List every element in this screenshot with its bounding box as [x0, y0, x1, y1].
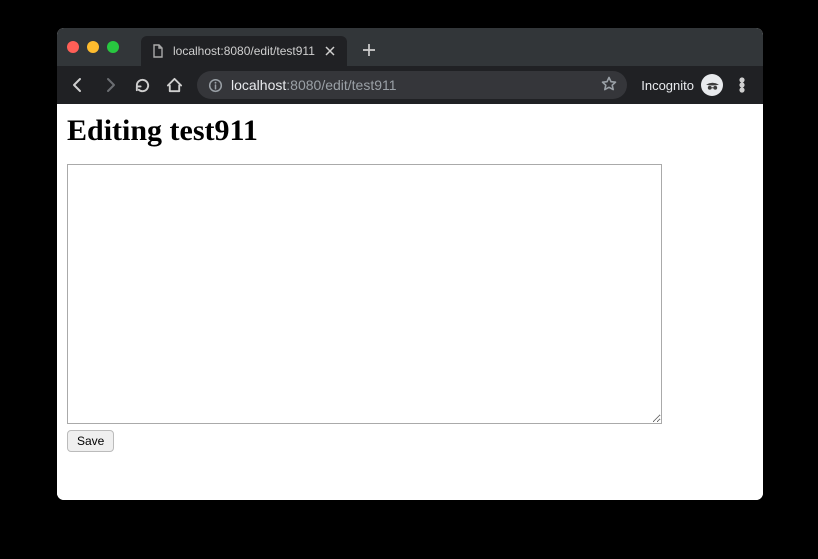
- close-window-button[interactable]: [67, 41, 79, 53]
- edit-textarea[interactable]: [67, 164, 662, 424]
- page-icon: [151, 44, 165, 58]
- bookmark-star-icon[interactable]: [601, 76, 617, 95]
- incognito-indicator: Incognito: [641, 74, 723, 96]
- incognito-icon: [701, 74, 723, 96]
- menu-button[interactable]: [727, 70, 757, 100]
- site-info-icon[interactable]: [207, 77, 223, 93]
- address-bar[interactable]: localhost:8080/edit/test911: [197, 71, 627, 99]
- page-title: Editing test911: [67, 114, 753, 148]
- browser-tab[interactable]: localhost:8080/edit/test911: [141, 36, 347, 66]
- browser-window: localhost:8080/edit/test911 localhos: [57, 28, 763, 500]
- maximize-window-button[interactable]: [107, 41, 119, 53]
- forward-button[interactable]: [95, 70, 125, 100]
- back-button[interactable]: [63, 70, 93, 100]
- url-host: localhost: [231, 77, 286, 93]
- close-tab-button[interactable]: [323, 44, 337, 58]
- new-tab-button[interactable]: [355, 36, 383, 64]
- url-text: localhost:8080/edit/test911: [231, 77, 593, 93]
- page-content: Editing test911 Save: [57, 104, 763, 500]
- minimize-window-button[interactable]: [87, 41, 99, 53]
- tab-title: localhost:8080/edit/test911: [173, 44, 315, 58]
- reload-button[interactable]: [127, 70, 157, 100]
- url-path: /edit/test911: [321, 77, 396, 93]
- tab-strip: localhost:8080/edit/test911: [57, 28, 763, 66]
- incognito-label: Incognito: [641, 78, 694, 93]
- home-button[interactable]: [159, 70, 189, 100]
- window-controls: [67, 41, 119, 53]
- toolbar: localhost:8080/edit/test911 Incognito: [57, 66, 763, 104]
- url-port: :8080: [286, 77, 321, 93]
- save-button[interactable]: Save: [67, 430, 114, 452]
